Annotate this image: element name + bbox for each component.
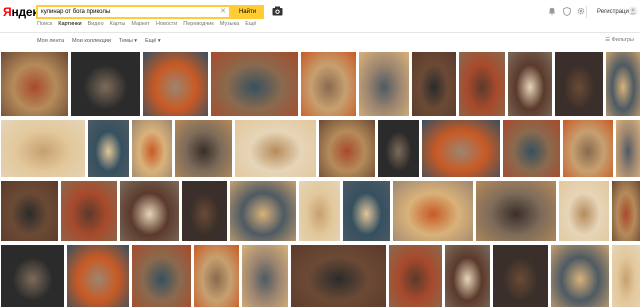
image-thumbnail[interactable] bbox=[559, 181, 609, 241]
search-query: кулинар от бога приколы bbox=[41, 9, 111, 15]
image-thumbnail[interactable] bbox=[412, 52, 456, 116]
image-thumbnail[interactable] bbox=[393, 181, 473, 241]
divider bbox=[0, 32, 640, 33]
image-thumbnail[interactable] bbox=[389, 245, 442, 307]
image-thumbnail[interactable] bbox=[67, 245, 129, 307]
image-thumbnail[interactable] bbox=[120, 181, 179, 241]
image-thumbnail[interactable] bbox=[1, 181, 58, 241]
tab-4[interactable]: Маркет bbox=[131, 21, 150, 27]
image-thumbnail[interactable] bbox=[612, 181, 640, 241]
image-thumbnail[interactable] bbox=[211, 52, 298, 116]
image-thumbnail[interactable] bbox=[71, 52, 140, 116]
image-thumbnail[interactable] bbox=[132, 245, 191, 307]
tab-6[interactable]: Переводчик bbox=[183, 21, 213, 27]
image-thumbnail[interactable] bbox=[493, 245, 548, 307]
image-thumbnail[interactable] bbox=[235, 120, 316, 177]
image-thumbnail[interactable] bbox=[616, 120, 640, 177]
tab-2[interactable]: Видео bbox=[88, 21, 104, 27]
find-button[interactable]: Найти bbox=[231, 5, 264, 19]
search-input[interactable]: кулинар от бога приколы ✕ bbox=[36, 5, 231, 19]
image-thumbnail[interactable] bbox=[378, 120, 419, 177]
camera-icon[interactable] bbox=[272, 6, 283, 16]
image-thumbnail[interactable] bbox=[299, 181, 340, 241]
gear-icon[interactable] bbox=[577, 7, 585, 15]
image-thumbnail[interactable] bbox=[143, 52, 208, 116]
user-icon[interactable] bbox=[628, 6, 638, 16]
shield-icon[interactable] bbox=[563, 7, 571, 16]
divider bbox=[586, 6, 587, 18]
image-thumbnail[interactable] bbox=[422, 120, 500, 177]
tab-1[interactable]: Картинки bbox=[58, 21, 81, 27]
image-thumbnail[interactable] bbox=[606, 52, 640, 116]
register-link[interactable]: Регистрация bbox=[597, 9, 632, 15]
image-thumbnail[interactable] bbox=[343, 181, 390, 241]
image-thumbnail[interactable] bbox=[301, 52, 356, 116]
image-thumbnail[interactable] bbox=[230, 181, 296, 241]
image-thumbnail[interactable] bbox=[612, 245, 640, 307]
filter-0[interactable]: Моя лента bbox=[37, 38, 64, 44]
filter-1[interactable]: Мои коллекции bbox=[72, 38, 111, 44]
image-thumbnail[interactable] bbox=[555, 52, 603, 116]
filter-3[interactable]: Ещё ▾ bbox=[145, 38, 161, 44]
image-thumbnail[interactable] bbox=[563, 120, 613, 177]
image-thumbnail[interactable] bbox=[175, 120, 232, 177]
image-thumbnail[interactable] bbox=[508, 52, 552, 116]
image-thumbnail[interactable] bbox=[459, 52, 505, 116]
image-thumbnail[interactable] bbox=[61, 181, 117, 241]
filters-button[interactable]: ☰ Фильтры bbox=[605, 37, 634, 43]
service-tabs: Поиск Картинки Видео Карты Маркет Новости Пере… bbox=[37, 21, 262, 27]
image-thumbnail[interactable] bbox=[319, 120, 375, 177]
image-thumbnail[interactable] bbox=[291, 245, 386, 307]
image-thumbnail[interactable] bbox=[476, 181, 556, 241]
image-thumbnail[interactable] bbox=[182, 181, 227, 241]
image-thumbnail[interactable] bbox=[88, 120, 129, 177]
tab-5[interactable]: Новости bbox=[156, 21, 177, 27]
image-results-grid bbox=[0, 52, 640, 308]
tab-3[interactable]: Карты bbox=[110, 21, 126, 27]
image-thumbnail[interactable] bbox=[1, 245, 64, 307]
filter-2[interactable]: Темы ▾ bbox=[119, 38, 137, 44]
clear-icon[interactable]: ✕ bbox=[220, 7, 226, 17]
image-thumbnail[interactable] bbox=[503, 120, 560, 177]
bell-icon[interactable] bbox=[548, 7, 556, 15]
image-thumbnail[interactable] bbox=[132, 120, 172, 177]
image-thumbnail[interactable] bbox=[242, 245, 288, 307]
image-thumbnail[interactable] bbox=[445, 245, 490, 307]
header: Яндекс кулинар от бога приколы ✕ Найти Р… bbox=[0, 0, 640, 22]
image-thumbnail[interactable] bbox=[1, 120, 85, 177]
tab-0[interactable]: Поиск bbox=[37, 21, 52, 27]
image-thumbnail[interactable] bbox=[359, 52, 409, 116]
tab-7[interactable]: Музыка bbox=[220, 21, 239, 27]
image-thumbnail[interactable] bbox=[194, 245, 239, 307]
collection-filters: Моя лента Мои коллекции Темы ▾ Ещё ▾ bbox=[37, 38, 169, 44]
image-thumbnail[interactable] bbox=[1, 52, 68, 116]
tab-8[interactable]: Ещё bbox=[245, 21, 256, 27]
image-thumbnail[interactable] bbox=[551, 245, 609, 307]
